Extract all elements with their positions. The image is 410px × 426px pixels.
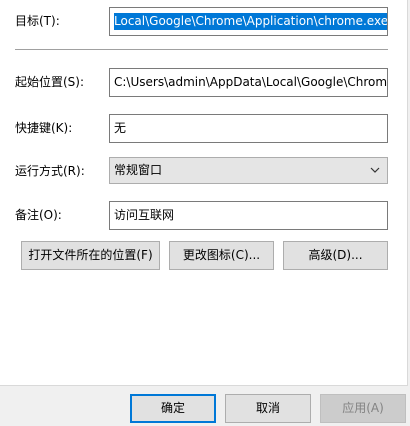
- properties-panel: 目标(T): Local\Google\Chrome\Application\c…: [0, 0, 408, 386]
- comment-value: 访问互联网: [114, 208, 175, 222]
- ok-button[interactable]: 确定: [130, 394, 216, 423]
- run-label: 运行方式(R):: [15, 164, 85, 178]
- shortcut-key-input[interactable]: 无: [109, 114, 388, 143]
- advanced-button[interactable]: 高级(D)...: [283, 241, 388, 270]
- start-in-value: C:\Users\admin\AppData\Local\Google\Chro…: [114, 75, 388, 89]
- start-in-label: 起始位置(S):: [15, 75, 85, 89]
- change-icon-button[interactable]: 更改图标(C)...: [169, 241, 274, 270]
- target-value: Local\Google\Chrome\Application\chrome.e…: [114, 13, 388, 30]
- run-value: 常规窗口: [114, 163, 163, 177]
- divider: [15, 49, 388, 50]
- shortcut-key-label: 快捷键(K):: [15, 121, 73, 135]
- run-select[interactable]: 常规窗口: [109, 157, 388, 184]
- apply-button[interactable]: 应用(A): [320, 394, 406, 423]
- target-input[interactable]: Local\Google\Chrome\Application\chrome.e…: [109, 7, 388, 36]
- cancel-button[interactable]: 取消: [225, 394, 311, 423]
- start-in-input[interactable]: C:\Users\admin\AppData\Local\Google\Chro…: [109, 68, 388, 97]
- chevron-down-icon: [369, 158, 381, 183]
- shortcut-key-value: 无: [114, 121, 127, 135]
- comment-input[interactable]: 访问互联网: [109, 201, 388, 230]
- open-file-location-button[interactable]: 打开文件所在的位置(F): [21, 241, 160, 270]
- target-label: 目标(T):: [15, 14, 60, 28]
- comment-label: 备注(O):: [15, 208, 62, 222]
